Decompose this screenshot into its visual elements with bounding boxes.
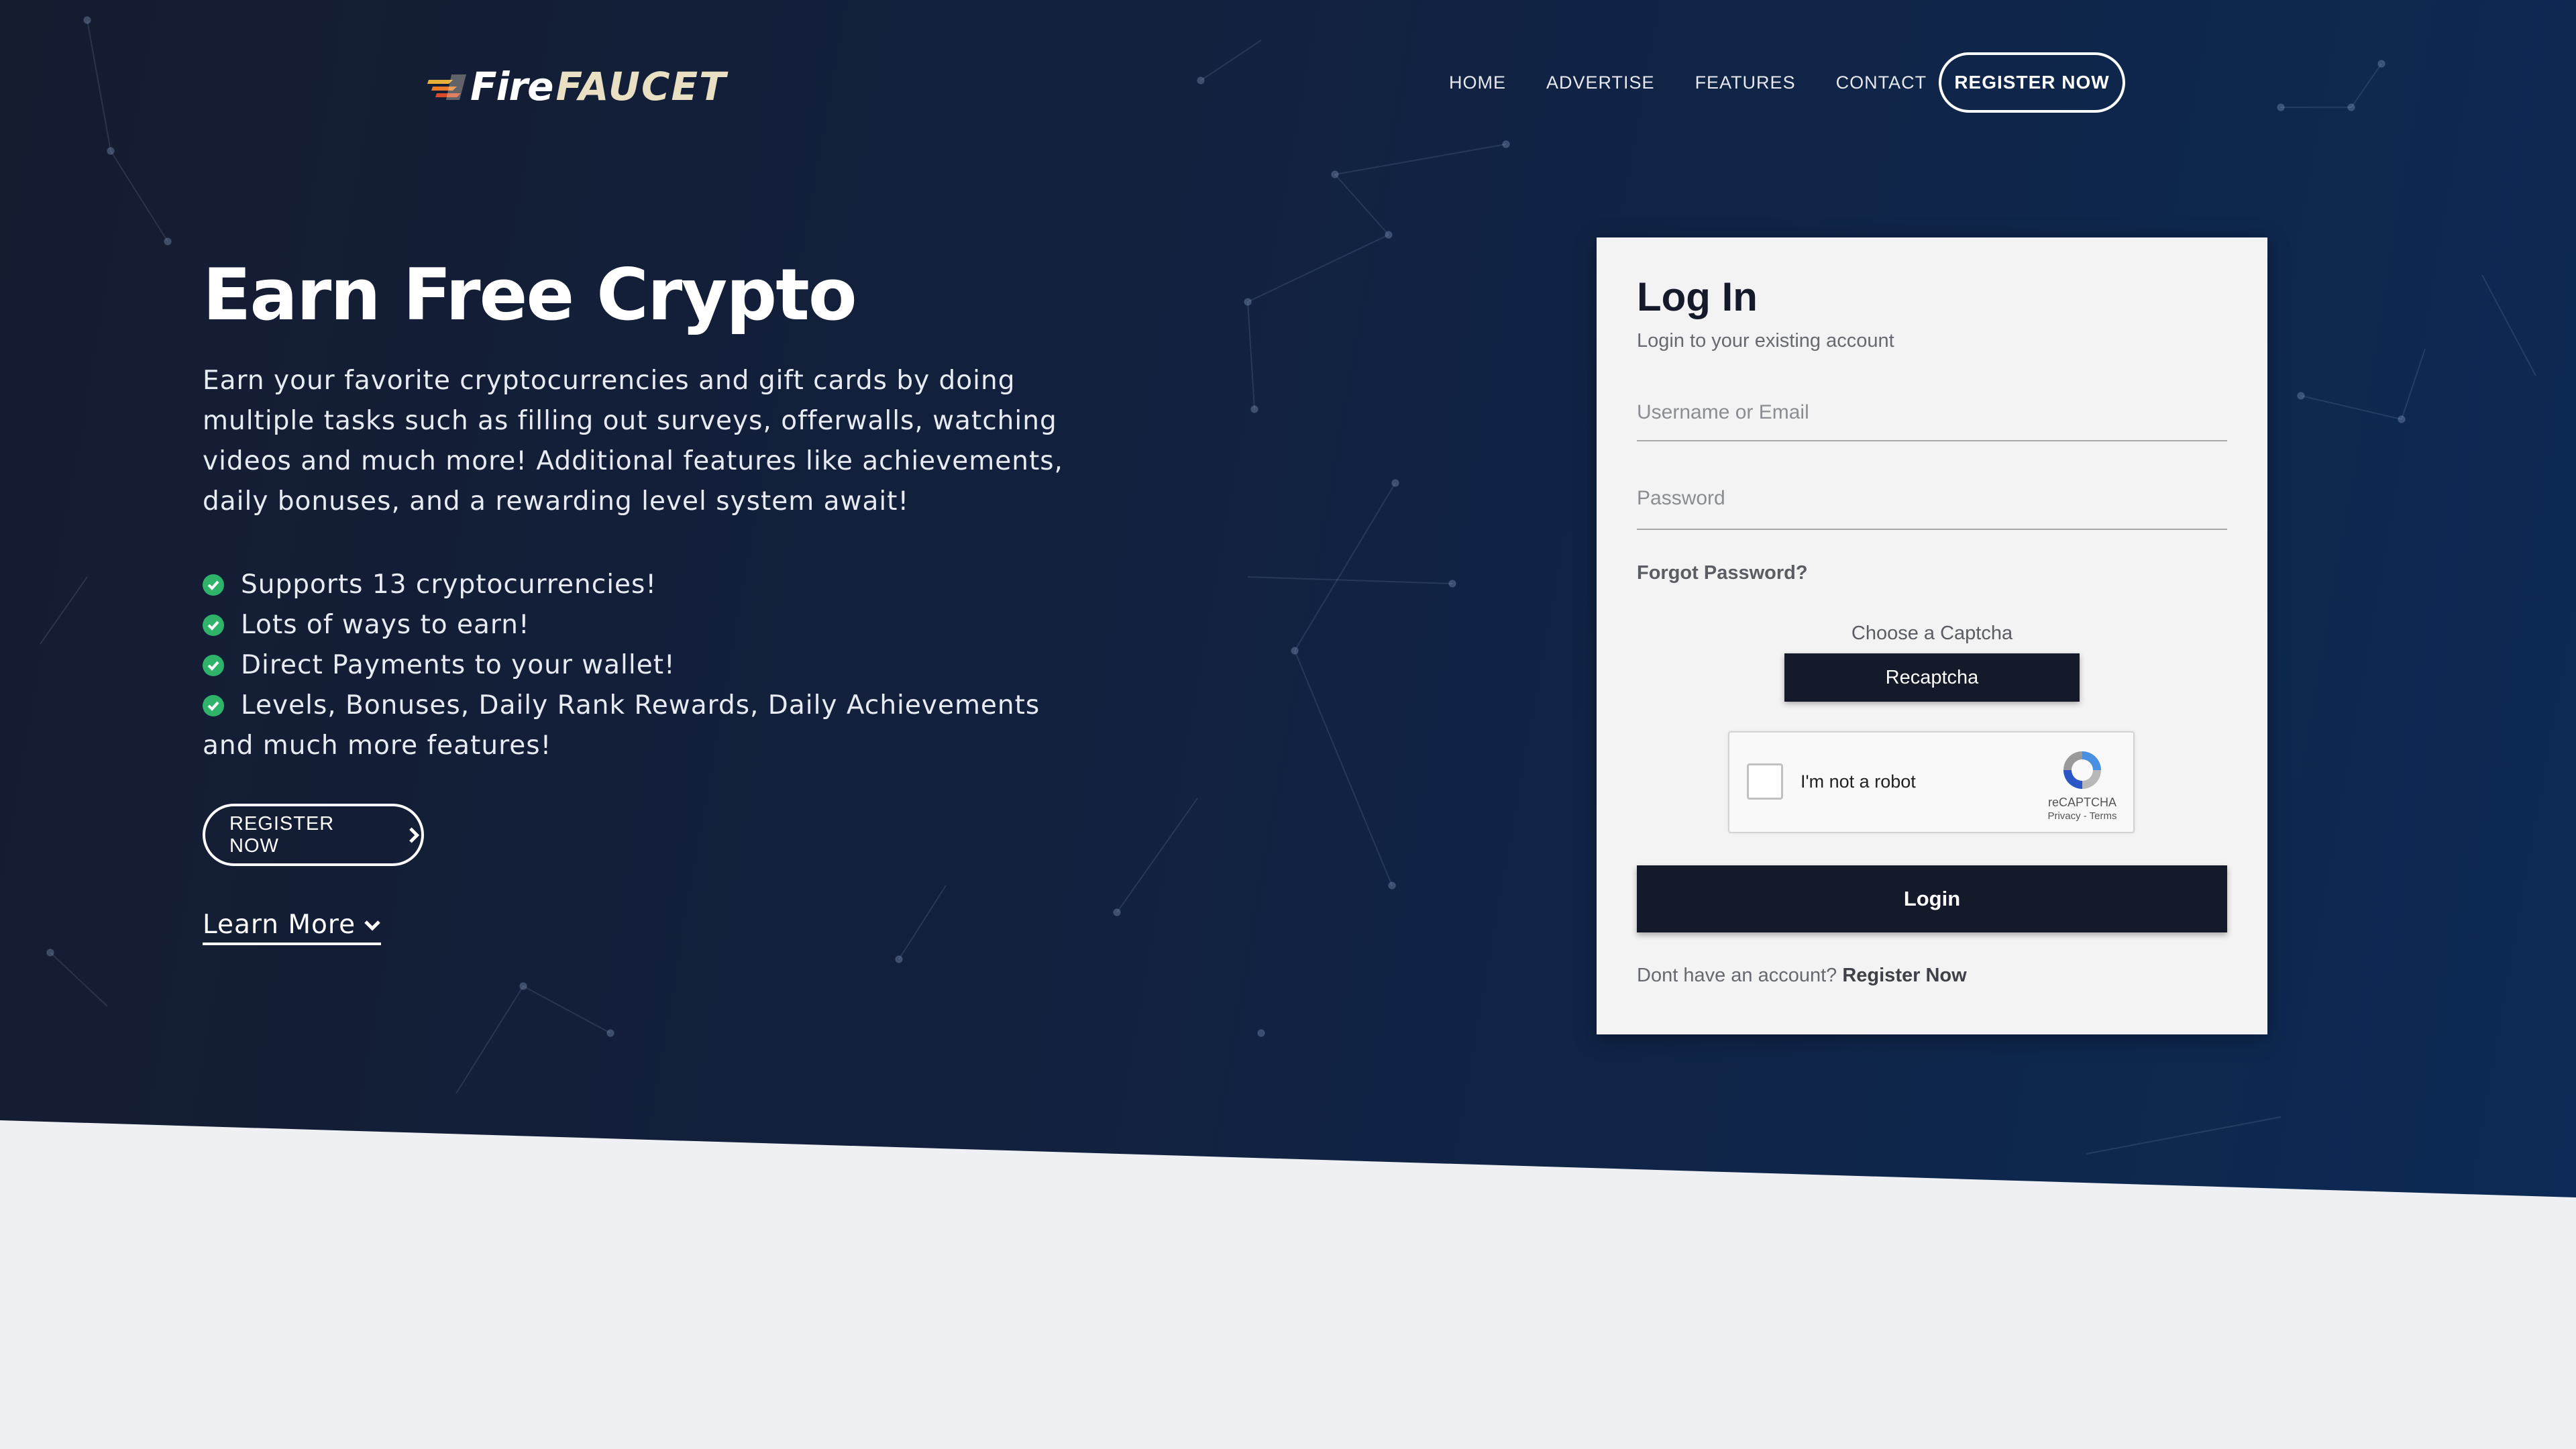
nav-home[interactable]: HOME xyxy=(1449,72,1506,93)
check-circle-icon xyxy=(203,614,224,636)
check-circle-icon xyxy=(203,695,224,716)
feature-text: Direct Payments to your wallet! xyxy=(241,650,676,680)
feature-list: Supports 13 cryptocurrencies! Lots of wa… xyxy=(203,565,1075,766)
recaptcha-logo-icon xyxy=(2063,751,2101,789)
check-circle-icon xyxy=(203,655,224,676)
nav-register-button[interactable]: REGISTER NOW xyxy=(1939,52,2125,113)
feature-text: Supports 13 cryptocurrencies! xyxy=(241,570,657,600)
chevron-down-icon xyxy=(364,920,380,931)
username-field[interactable]: Username or Email xyxy=(1637,394,2227,441)
password-field[interactable]: Password xyxy=(1637,480,2227,530)
password-placeholder: Password xyxy=(1637,487,1725,509)
username-placeholder: Username or Email xyxy=(1637,401,1809,423)
register-now-link[interactable]: Register Now xyxy=(1842,965,1966,986)
site-logo[interactable]: Fire FAUCET xyxy=(426,63,727,110)
feature-item: Direct Payments to your wallet! xyxy=(203,645,1075,686)
login-button[interactable]: Login xyxy=(1637,865,2227,932)
nav-features[interactable]: FEATURES xyxy=(1695,72,1796,93)
feature-text: Lots of ways to earn! xyxy=(241,610,530,640)
recaptcha-checkbox[interactable] xyxy=(1747,763,1783,800)
recaptcha-label: I'm not a robot xyxy=(1801,771,1916,792)
main-nav: HOME ADVERTISE FEATURES CONTACT xyxy=(1449,52,1927,113)
recaptcha-select-button[interactable]: Recaptcha xyxy=(1784,653,2080,702)
logo-text-fire: Fire xyxy=(470,64,553,109)
captcha-label: Choose a Captcha xyxy=(1851,623,2013,644)
recaptcha-widget: I'm not a robot reCAPTCHA Privacy - Term… xyxy=(1728,731,2135,833)
no-account-label: Dont have an account? xyxy=(1637,965,1837,986)
feature-item: Levels, Bonuses, Daily Rank Rewards, Dai… xyxy=(203,686,1075,766)
nav-advertise[interactable]: ADVERTISE xyxy=(1546,72,1655,93)
login-card: Log In Login to your existing account Us… xyxy=(1597,237,2267,1034)
feature-item: Supports 13 cryptocurrencies! xyxy=(203,565,1075,605)
feature-item: Lots of ways to earn! xyxy=(203,605,1075,645)
hero-register-button[interactable]: REGISTER NOW xyxy=(203,804,424,866)
no-account-text: Dont have an account? Register Now xyxy=(1637,965,1967,987)
forgot-password-link[interactable]: Forgot Password? xyxy=(1637,562,1808,584)
hero-intro: Earn your favorite cryptocurrencies and … xyxy=(203,366,1063,517)
hero-register-label: REGISTER NOW xyxy=(229,812,335,857)
check-circle-icon xyxy=(203,574,224,596)
feature-text: Levels, Bonuses, Daily Rank Rewards, Dai… xyxy=(203,690,1040,761)
learn-more-label: Learn More xyxy=(203,910,356,940)
recaptcha-brand: reCAPTCHA xyxy=(2047,796,2116,809)
nav-contact[interactable]: CONTACT xyxy=(1836,72,1927,93)
login-subtitle: Login to your existing account xyxy=(1637,330,1894,352)
logo-text-faucet: FAUCET xyxy=(555,64,727,109)
hero-title: Earn Free Crypto xyxy=(203,254,857,336)
chevron-right-icon xyxy=(409,826,420,843)
login-title: Log In xyxy=(1637,274,1758,319)
flame-icon xyxy=(427,74,466,100)
recaptcha-privacy-terms[interactable]: Privacy - Terms xyxy=(2018,810,2147,822)
learn-more-link[interactable]: Learn More xyxy=(203,910,382,945)
